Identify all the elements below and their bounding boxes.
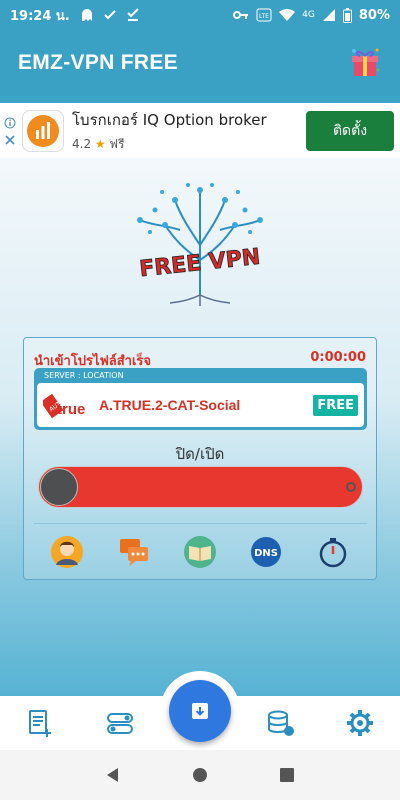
svg-text:true: true [57, 401, 85, 418]
timer-icon[interactable] [316, 535, 350, 569]
battery-icon [342, 7, 352, 23]
profile-icon[interactable] [50, 535, 84, 569]
chart-bars-icon [27, 114, 59, 147]
svg-text:LTE: LTE [259, 13, 269, 20]
import-icon [192, 703, 208, 719]
server-selector[interactable]: SERVER : LOCATION AUTO true A.TRUE.2-CAT… [34, 368, 367, 430]
toggles-icon[interactable] [105, 708, 135, 738]
check-icon [104, 10, 116, 20]
database-icon[interactable] [265, 708, 295, 738]
connection-card: นำเข้าโปรไฟล์สำเร็จ 0:00:00 SERVER : LOC… [23, 337, 377, 580]
chat-icon[interactable] [117, 535, 151, 569]
tool-row: DNS [24, 534, 376, 570]
book-icon[interactable] [183, 535, 217, 569]
ad-price: ฟรี [109, 136, 125, 151]
app-title: EMZ-VPN FREE [18, 51, 178, 74]
install-button[interactable]: ติดตั้ง [306, 110, 394, 151]
key-icon [233, 11, 249, 19]
server-row[interactable]: AUTO true A.TRUE.2-CAT-Social FREE [37, 383, 364, 427]
volte-icon: LTE [256, 8, 272, 22]
signal-icon [322, 9, 335, 21]
check-underline-icon [127, 8, 139, 21]
notification-icons [80, 8, 140, 22]
server-location-label: SERVER : LOCATION [44, 371, 124, 380]
connection-timer: 0:00:00 [310, 350, 366, 365]
network-type: 4G [302, 10, 315, 20]
app-bar: EMZ-VPN FREE [0, 30, 400, 96]
toggle-end-marker [346, 482, 356, 492]
toggle-knob[interactable] [40, 468, 78, 506]
battery-percent: 80% [358, 7, 390, 23]
true-auto-logo-icon: AUTO true [43, 393, 85, 419]
close-icon[interactable] [5, 134, 15, 145]
home-icon[interactable] [190, 765, 210, 785]
svg-text:DNS: DNS [254, 548, 278, 559]
server-name: A.TRUE.2-CAT-Social [99, 397, 241, 413]
info-icon[interactable] [4, 117, 16, 129]
wifi-icon [279, 8, 296, 21]
toggle-label: ปิด/เปิด [175, 445, 225, 463]
recents-icon[interactable] [277, 765, 297, 785]
ghost-icon [81, 9, 92, 21]
ad-banner[interactable]: โบรกเกอร์ IQ Option broker 4.2 ★ ฟรี ติด… [0, 103, 400, 158]
gift-icon[interactable] [348, 46, 382, 80]
free-badge: FREE [313, 394, 358, 416]
ad-app-logo[interactable] [22, 109, 64, 152]
status-time: 19:24 น. [10, 8, 70, 24]
import-button[interactable] [169, 680, 231, 742]
star-icon: ★ [94, 136, 106, 151]
divider [34, 523, 367, 524]
ad-app-name[interactable]: โบรกเกอร์ IQ Option broker [72, 108, 267, 132]
gear-icon[interactable] [345, 708, 375, 738]
status-bar: 19:24 น. LTE 4G 80% [0, 0, 400, 30]
ad-marks [0, 117, 20, 145]
back-icon[interactable] [103, 765, 123, 785]
dns-icon[interactable]: DNS [249, 535, 283, 569]
system-navigation [0, 750, 400, 800]
ad-meta: 4.2 ★ ฟรี [72, 135, 267, 154]
vpn-toggle-slider[interactable] [38, 466, 363, 508]
ad-info: โบรกเกอร์ IQ Option broker 4.2 ★ ฟรี [72, 108, 267, 154]
free-vpn-tree-logo: FREE VPN [137, 183, 263, 306]
ad-rating: 4.2 [72, 136, 92, 151]
document-icon[interactable] [25, 708, 55, 738]
